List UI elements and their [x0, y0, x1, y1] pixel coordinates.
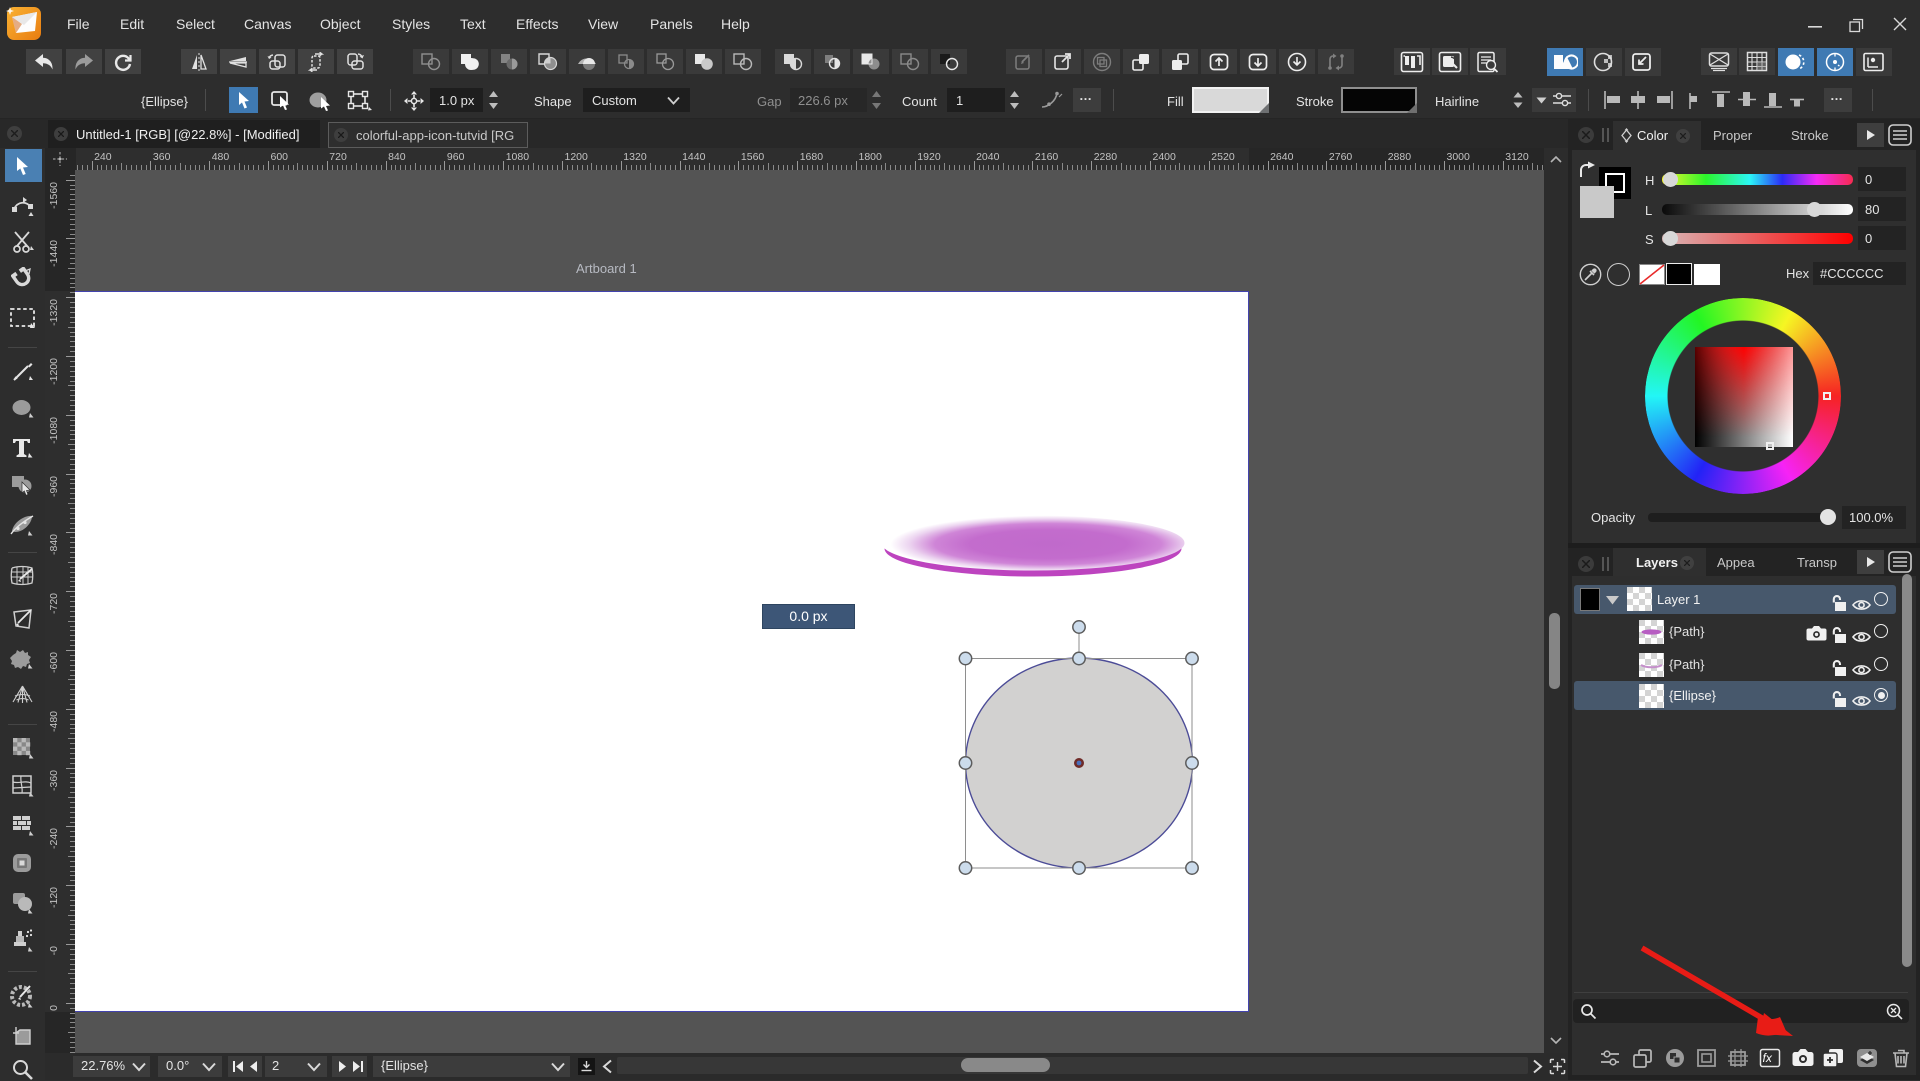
svg-text:fx: fx	[1763, 1051, 1773, 1065]
